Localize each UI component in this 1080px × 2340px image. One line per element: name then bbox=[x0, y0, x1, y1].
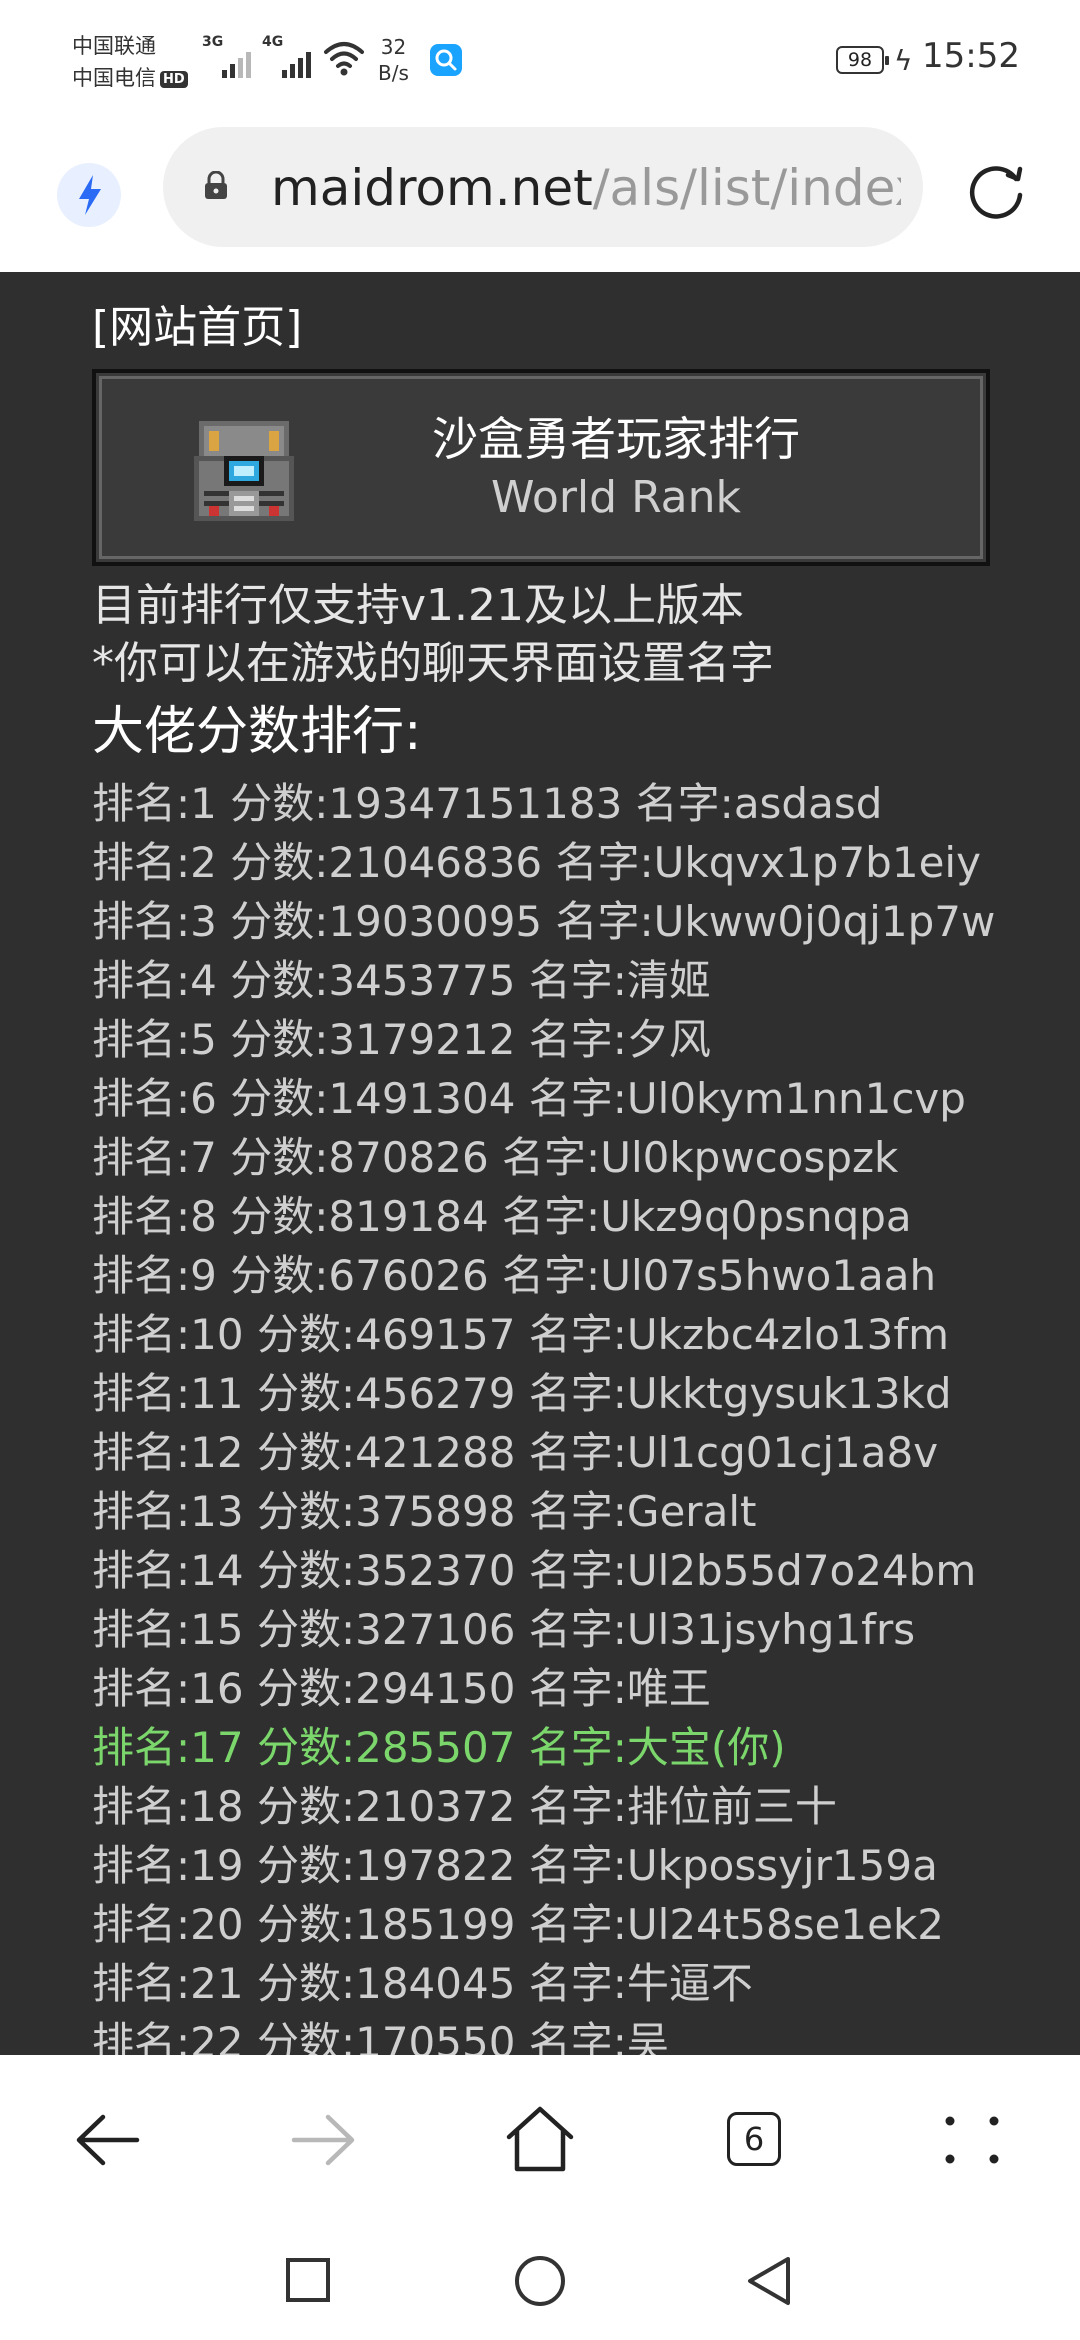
rank-row: 排名:6 分数:1491304 名字:Ul0kym1nn1cvp bbox=[92, 1074, 966, 1123]
carrier-1: 中国联通 bbox=[72, 34, 156, 58]
signal-3g-label: 3G bbox=[202, 34, 224, 50]
rank-heading: 大佬分数排行: bbox=[92, 702, 422, 762]
web-content: [网站首页] 沙盒勇者玩家排行 World Rank 目前排行仅支持v1.21及… bbox=[0, 272, 1080, 2055]
rank-row: 排名:5 分数:3179212 名字:夕风 bbox=[92, 1015, 711, 1064]
world-rank-banner: 沙盒勇者玩家排行 World Rank bbox=[92, 369, 990, 566]
status-bar: 中国联通 中国电信 HD 3G 4G 32 B/s 98 ϟ 15:52 bbox=[0, 0, 1080, 125]
rank-row: 排名:22 分数:170550 名字:吴 bbox=[92, 2018, 669, 2055]
lightning-icon[interactable] bbox=[57, 163, 121, 227]
data-saver-icon bbox=[430, 44, 462, 76]
rank-row: 排名:3 分数:19030095 名字:Ukww0j0qj1p7w bbox=[92, 897, 996, 946]
rank-row: 排名:19 分数:197822 名字:Ukpossyjr159a bbox=[92, 1841, 938, 1890]
network-speed: 32 B/s bbox=[378, 34, 409, 86]
browser-toolbar: maidrom.net/als/list/index bbox=[0, 125, 1080, 272]
lock-icon bbox=[205, 171, 227, 199]
rank-row: 排名:21 分数:184045 名字:牛逼不 bbox=[92, 1959, 753, 2008]
rank-row: 排名:13 分数:375898 名字:Geralt bbox=[92, 1487, 757, 1536]
banner-title: 沙盒勇者玩家排行 bbox=[432, 412, 800, 466]
rank-row: 排名:12 分数:421288 名字:Ul1cg01cj1a8v bbox=[92, 1428, 939, 1477]
rank-list: 排名:1 分数:19347151183 名字:asdasd 排名:2 分数:21… bbox=[92, 774, 1080, 2055]
rank-row: 排名:8 分数:819184 名字:Ukz9q0psnqpa bbox=[92, 1192, 912, 1241]
clock: 15:52 bbox=[922, 36, 1020, 76]
reload-icon[interactable] bbox=[964, 157, 1030, 223]
recents-square-icon[interactable] bbox=[283, 2255, 333, 2305]
rank-row: 排名:9 分数:676026 名字:Ul07s5hwo1aah bbox=[92, 1251, 937, 1300]
forward-arrow-icon[interactable] bbox=[278, 2095, 368, 2185]
battery-icon: 98 bbox=[836, 46, 889, 74]
network-speed-unit: B/s bbox=[378, 61, 409, 85]
back-triangle-icon[interactable] bbox=[742, 2253, 796, 2309]
back-arrow-icon[interactable] bbox=[63, 2095, 153, 2185]
home-icon[interactable] bbox=[495, 2095, 585, 2185]
address-bar[interactable]: maidrom.net/als/list/index bbox=[163, 127, 923, 247]
banner-subtitle: World Rank bbox=[490, 472, 741, 523]
system-navigation-bar bbox=[0, 2225, 1080, 2340]
home-link[interactable]: [网站首页] bbox=[92, 300, 302, 356]
more-menu-icon[interactable] bbox=[928, 2095, 1018, 2185]
tabs-icon[interactable]: 6 bbox=[727, 2112, 781, 2166]
carrier-names: 中国联通 中国电信 HD bbox=[72, 30, 188, 94]
url-host: maidrom.net bbox=[271, 159, 593, 217]
rank-row: 排名:1 分数:19347151183 名字:asdasd bbox=[92, 779, 883, 828]
rank-row: 排名:20 分数:185199 名字:Ul24t58se1ek2 bbox=[92, 1900, 945, 1949]
rank-row-current-player: 排名:17 分数:285507 名字:大宝(你) bbox=[92, 1723, 786, 1772]
url-path: /als/list/index bbox=[592, 159, 901, 217]
rank-row: 排名:14 分数:352370 名字:Ul2b55d7o24bm bbox=[92, 1546, 977, 1595]
rank-row: 排名:10 分数:469157 名字:Ukzbc4zlo13fm bbox=[92, 1310, 950, 1359]
rank-row: 排名:18 分数:210372 名字:排位前三十 bbox=[92, 1782, 837, 1831]
rank-row: 排名:4 分数:3453775 名字:清姬 bbox=[92, 956, 711, 1005]
version-notice: 目前排行仅支持v1.21及以上版本 bbox=[92, 580, 745, 631]
browser-bottom-nav: 6 bbox=[0, 2055, 1080, 2225]
rank-row: 排名:7 分数:870826 名字:Ul0kpwcospzk bbox=[92, 1133, 899, 1182]
treasure-chest-icon bbox=[194, 421, 294, 521]
rank-row: 排名:16 分数:294150 名字:唯王 bbox=[92, 1664, 711, 1713]
url-text[interactable]: maidrom.net/als/list/index bbox=[271, 153, 901, 223]
rank-row: 排名:2 分数:21046836 名字:Ukqvx1p7b1eiy bbox=[92, 838, 981, 887]
network-speed-value: 32 bbox=[380, 35, 407, 59]
charging-icon: ϟ bbox=[894, 44, 913, 77]
name-setting-notice: *你可以在游戏的聊天界面设置名字 bbox=[92, 638, 774, 689]
signal-4g-label: 4G bbox=[262, 34, 284, 50]
home-circle-icon[interactable] bbox=[512, 2253, 568, 2309]
wifi-icon bbox=[324, 42, 364, 76]
rank-row: 排名:11 分数:456279 名字:Ukktgysuk13kd bbox=[92, 1369, 952, 1418]
hd-badge: HD bbox=[160, 70, 188, 88]
carrier-2: 中国电信 bbox=[72, 66, 156, 90]
rank-row: 排名:15 分数:327106 名字:Ul31jsyhg1frs bbox=[92, 1605, 916, 1654]
